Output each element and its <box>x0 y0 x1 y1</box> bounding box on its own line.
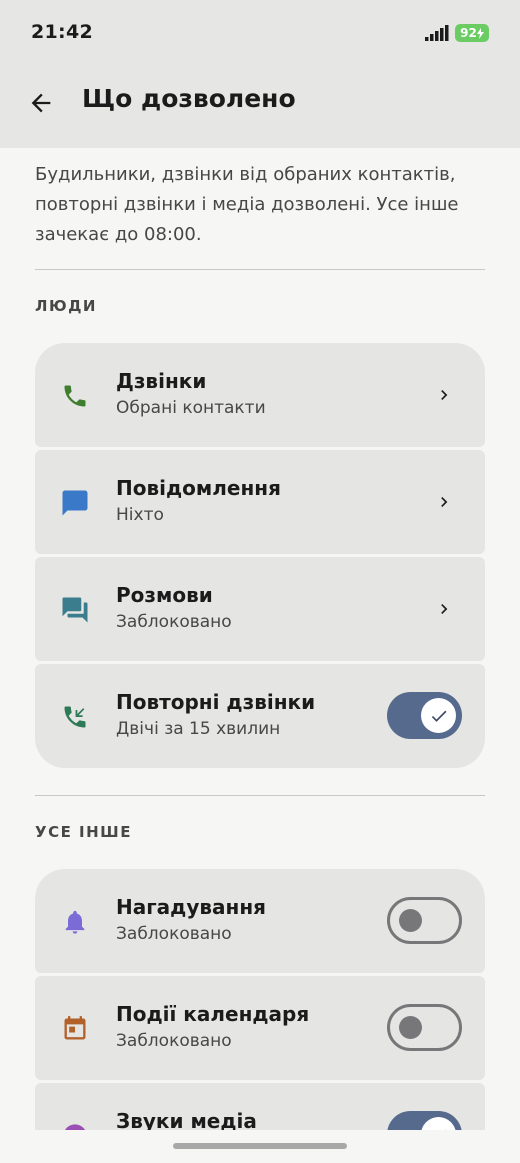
reminders-toggle[interactable] <box>387 897 462 944</box>
toggle-knob <box>421 1117 456 1130</box>
setting-title: Повідомлення <box>116 476 281 500</box>
conversations-setting[interactable]: Розмови Заблоковано <box>35 557 485 661</box>
calendar-events-toggle[interactable] <box>387 1004 462 1051</box>
setting-subtitle: Ніхто <box>116 505 164 525</box>
toggle-knob <box>421 698 456 733</box>
messages-setting[interactable]: Повідомлення Ніхто <box>35 450 485 554</box>
setting-title: Події календаря <box>116 1002 310 1026</box>
message-icon <box>59 487 91 519</box>
divider <box>35 795 485 796</box>
conversations-icon <box>59 594 91 626</box>
bell-icon <box>59 906 91 938</box>
top-app-bar: 21:42 92 Що дозволено <box>0 0 520 148</box>
calls-setting[interactable]: Дзвінки Обрані контакти <box>35 343 485 447</box>
setting-title: Повторні дзвінки <box>116 690 316 714</box>
toggle-knob <box>399 1016 422 1039</box>
check-icon <box>431 710 446 722</box>
repeat-callers-toggle[interactable] <box>387 692 462 739</box>
chevron-right-icon <box>433 490 455 514</box>
settings-content[interactable]: Будильники, дзвінки від обраних контакті… <box>0 148 520 1130</box>
setting-subtitle: Обрані контакти <box>116 398 266 418</box>
check-icon <box>443 1129 446 1130</box>
divider <box>35 269 485 270</box>
charging-bolt-icon <box>476 27 484 39</box>
status-bar: 21:42 92 <box>0 0 520 62</box>
setting-title: Звуки медіа <box>116 1109 257 1130</box>
gesture-navigation-bar[interactable] <box>173 1143 347 1149</box>
calendar-icon <box>59 1013 91 1045</box>
media-sounds-setting[interactable]: Звуки медіа <box>35 1083 485 1130</box>
setting-subtitle: Двічі за 15 хвилин <box>116 719 281 739</box>
phone-icon <box>59 380 91 412</box>
screen: 21:42 92 Що дозволено Будильники, дзвінк… <box>0 0 520 1163</box>
section-title-other: УСЕ ІНШЕ <box>35 823 132 841</box>
repeat-call-icon <box>59 701 91 733</box>
toggle-knob <box>399 909 422 932</box>
setting-title: Розмови <box>116 583 213 607</box>
repeat-callers-setting[interactable]: Повторні дзвінки Двічі за 15 хвилин <box>35 664 485 768</box>
media-sounds-toggle[interactable] <box>387 1111 462 1130</box>
signal-icon <box>425 25 449 41</box>
arrow-back-icon <box>31 93 51 113</box>
section-title-people: ЛЮДИ <box>35 297 97 315</box>
battery-level: 92 <box>460 26 477 40</box>
setting-title: Дзвінки <box>116 369 207 393</box>
setting-title: Нагадування <box>116 895 266 919</box>
page-title: Що дозволено <box>82 84 296 113</box>
calendar-events-setting[interactable]: Події календаря Заблоковано <box>35 976 485 1080</box>
mode-description: Будильники, дзвінки від обраних контакті… <box>35 164 459 245</box>
reminders-setting[interactable]: Нагадування Заблоковано <box>35 869 485 973</box>
chevron-right-icon <box>433 383 455 407</box>
setting-subtitle: Заблоковано <box>116 924 232 944</box>
battery-icon: 92 <box>455 24 489 42</box>
setting-subtitle: Заблоковано <box>116 1031 232 1051</box>
chevron-right-icon <box>433 597 455 621</box>
back-button[interactable] <box>22 84 60 122</box>
status-time: 21:42 <box>31 21 93 43</box>
setting-subtitle: Заблоковано <box>116 612 232 632</box>
media-icon <box>59 1120 91 1130</box>
